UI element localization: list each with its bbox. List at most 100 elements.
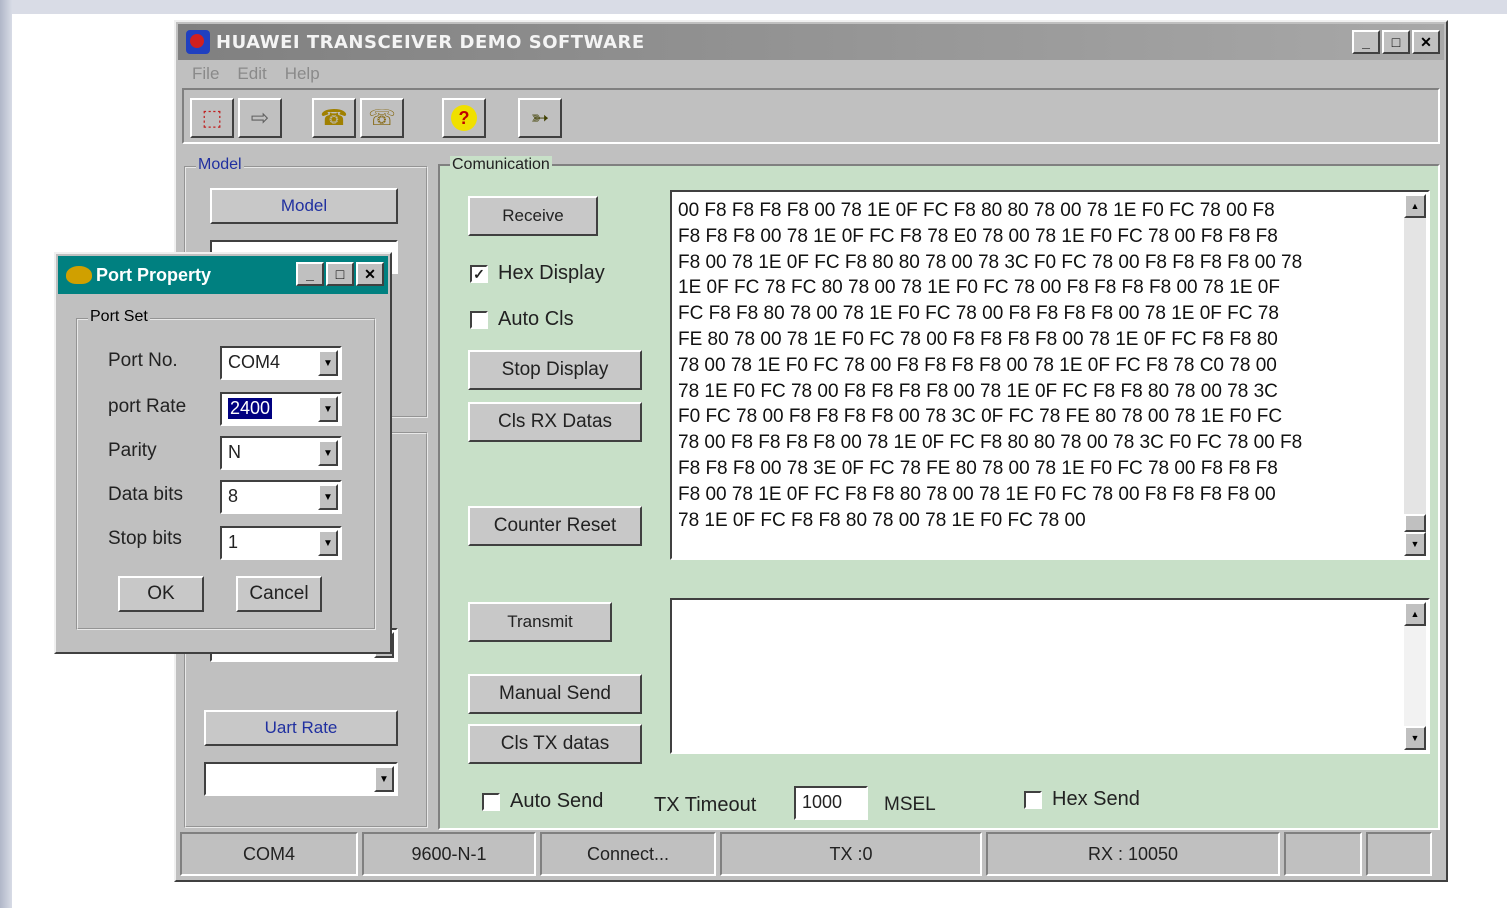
cls-tx-button[interactable]: Cls TX datas	[468, 724, 642, 764]
hex-send-checkbox[interactable]: Hex Send	[1024, 788, 1140, 811]
window-title: HUAWEI TRANSCEIVER DEMO SOFTWARE	[216, 31, 645, 53]
transmit-button[interactable]: Transmit	[468, 602, 612, 642]
status-bar: COM4 9600-N-1 Connect... TX :0 RX : 1005…	[180, 832, 1442, 876]
scroll-down-icon[interactable]: ▼	[1404, 532, 1426, 556]
open-file-button[interactable]: ⬚	[190, 98, 234, 138]
rx-line: F0 FC 78 00 F8 F8 F8 F8 00 78 3C 0F FC 7…	[678, 406, 1283, 428]
port-no-select[interactable]: COM4 ▼	[220, 346, 342, 380]
auto-send-checkbox[interactable]: Auto Send	[482, 790, 603, 813]
close-button[interactable]: ✕	[1412, 30, 1440, 54]
receive-textarea[interactable]: 00 F8 F8 F8 F8 00 78 1E 0F FC F8 80 80 7…	[670, 190, 1430, 560]
rx-line: F8 00 78 1E 0F FC F8 80 80 78 00 78 3C F…	[678, 251, 1303, 273]
connect-button[interactable]: ☎	[312, 98, 356, 138]
dialog-minimize-button[interactable]: _	[296, 262, 324, 286]
port-set-label: Port Set	[88, 308, 150, 326]
desktop-left-strip	[0, 0, 12, 908]
transmit-scrollbar[interactable]: ▲ ▼	[1404, 602, 1426, 750]
parity-label: Parity	[108, 440, 157, 461]
model-button[interactable]: Model	[210, 188, 398, 224]
chevron-down-icon[interactable]: ▼	[318, 530, 338, 556]
msel-unit-label: MSEL	[884, 794, 936, 815]
data-bits-select[interactable]: 8 ▼	[220, 480, 342, 514]
phone-connect-icon: ☎	[320, 105, 348, 130]
title-bar[interactable]: HUAWEI TRANSCEIVER DEMO SOFTWARE _ □ ✕	[178, 24, 1444, 60]
rx-line: F8 F8 F8 00 78 3E 0F FC 78 FE 80 78 00 7…	[678, 457, 1278, 479]
scroll-up-icon[interactable]: ▲	[1404, 194, 1426, 218]
parity-select[interactable]: N ▼	[220, 436, 342, 470]
rx-line: 1E 0F FC 78 FC 80 78 00 78 1E F0 FC 78 0…	[678, 277, 1280, 299]
chevron-down-icon[interactable]: ▼	[318, 484, 338, 510]
receive-button[interactable]: Receive	[468, 196, 598, 236]
status-config: 9600-N-1	[362, 832, 536, 876]
checkbox-box[interactable]: ✓	[470, 264, 488, 283]
exit-button[interactable]: ➳	[518, 98, 562, 138]
dialog-app-icon	[66, 266, 92, 284]
menu-bar: File Edit Help	[192, 64, 320, 84]
rx-line: 78 00 78 1E F0 FC 78 00 F8 F8 F8 F8 00 7…	[678, 354, 1277, 376]
checkbox-box[interactable]	[1024, 790, 1042, 809]
scroll-down-icon[interactable]: ▼	[1404, 726, 1426, 750]
scroll-thumb[interactable]	[1404, 514, 1426, 532]
help-icon: ?	[451, 105, 477, 131]
hangup-button[interactable]: ☏	[360, 98, 404, 138]
menu-edit[interactable]: Edit	[237, 64, 266, 84]
receive-text: 00 F8 F8 F8 F8 00 78 1E 0F FC F8 80 80 7…	[678, 198, 1394, 533]
dialog-title: Port Property	[96, 264, 212, 285]
chevron-down-icon[interactable]: ▼	[374, 766, 394, 792]
status-port: COM4	[180, 832, 358, 876]
checkbox-box[interactable]	[470, 310, 488, 329]
minimize-button[interactable]: _	[1352, 30, 1380, 54]
uart-rate-button[interactable]: Uart Rate	[204, 710, 398, 746]
receive-scrollbar[interactable]: ▲ ▼	[1404, 194, 1426, 556]
uart-rate-combo[interactable]: ▼	[204, 762, 398, 796]
app-icon	[186, 30, 210, 54]
rx-line: 00 F8 F8 F8 F8 00 78 1E 0F FC F8 80 80 7…	[678, 200, 1275, 221]
tx-timeout-label: TX Timeout	[654, 794, 757, 816]
open-file-icon: ⬚	[201, 105, 223, 130]
hex-display-checkbox[interactable]: ✓ Hex Display	[470, 262, 605, 285]
transmit-textarea[interactable]: ▲ ▼	[670, 598, 1430, 754]
cls-rx-button[interactable]: Cls RX Datas	[468, 402, 642, 442]
auto-cls-checkbox[interactable]: Auto Cls	[470, 308, 574, 331]
port-rate-label: port Rate	[108, 396, 187, 417]
menu-file[interactable]: File	[192, 64, 219, 84]
chevron-down-icon[interactable]: ▼	[318, 440, 338, 466]
counter-reset-button[interactable]: Counter Reset	[468, 506, 642, 546]
menu-help[interactable]: Help	[285, 64, 320, 84]
rx-line: F8 F8 F8 00 78 1E 0F FC F8 78 E0 78 00 7…	[678, 225, 1278, 247]
rx-line: 78 00 F8 F8 F8 F8 00 78 1E 0F FC F8 80 8…	[678, 432, 1303, 454]
ok-button[interactable]: OK	[118, 576, 204, 612]
model-group-label: Model	[196, 156, 244, 174]
status-rx-count: RX : 10050	[986, 832, 1280, 876]
status-empty-1	[1284, 832, 1362, 876]
port-rate-select[interactable]: 2400 ▼	[220, 392, 342, 426]
export-icon: ⇨	[250, 105, 270, 130]
maximize-button[interactable]: □	[1382, 30, 1410, 54]
port-no-label: Port No.	[108, 350, 178, 371]
window-controls: _ □ ✕	[1352, 30, 1440, 54]
stop-bits-select[interactable]: 1 ▼	[220, 526, 342, 560]
desktop-top-strip	[0, 0, 1507, 14]
scroll-up-icon[interactable]: ▲	[1404, 602, 1426, 626]
dialog-close-button[interactable]: ✕	[356, 262, 384, 286]
stop-display-button[interactable]: Stop Display	[468, 350, 642, 390]
dialog-maximize-button[interactable]: □	[326, 262, 354, 286]
exit-icon: ➳	[530, 105, 550, 130]
help-button[interactable]: ?	[442, 98, 486, 138]
status-empty-2	[1366, 832, 1432, 876]
rx-line: FE 80 78 00 78 1E F0 FC 78 00 F8 F8 F8 F…	[678, 328, 1278, 350]
manual-send-button[interactable]: Manual Send	[468, 674, 642, 714]
communication-group: Comunication Receive ✓ Hex Display Auto …	[438, 156, 1440, 830]
communication-group-label: Comunication	[450, 156, 552, 174]
tx-timeout-input[interactable]: 1000	[794, 786, 868, 820]
data-bits-label: Data bits	[108, 484, 183, 505]
export-button[interactable]: ⇨	[238, 98, 282, 138]
dialog-title-bar[interactable]: Port Property _ □ ✕	[58, 256, 388, 294]
chevron-down-icon[interactable]: ▼	[318, 396, 338, 422]
stop-bits-label: Stop bits	[108, 528, 182, 549]
rx-line: FC F8 F8 80 78 00 78 1E F0 FC 78 00 F8 F…	[678, 303, 1279, 325]
toolbar: ⬚ ⇨ ☎ ☏ ? ➳	[182, 88, 1440, 144]
chevron-down-icon[interactable]: ▼	[318, 350, 338, 376]
checkbox-box[interactable]	[482, 792, 500, 811]
cancel-button[interactable]: Cancel	[236, 576, 322, 612]
